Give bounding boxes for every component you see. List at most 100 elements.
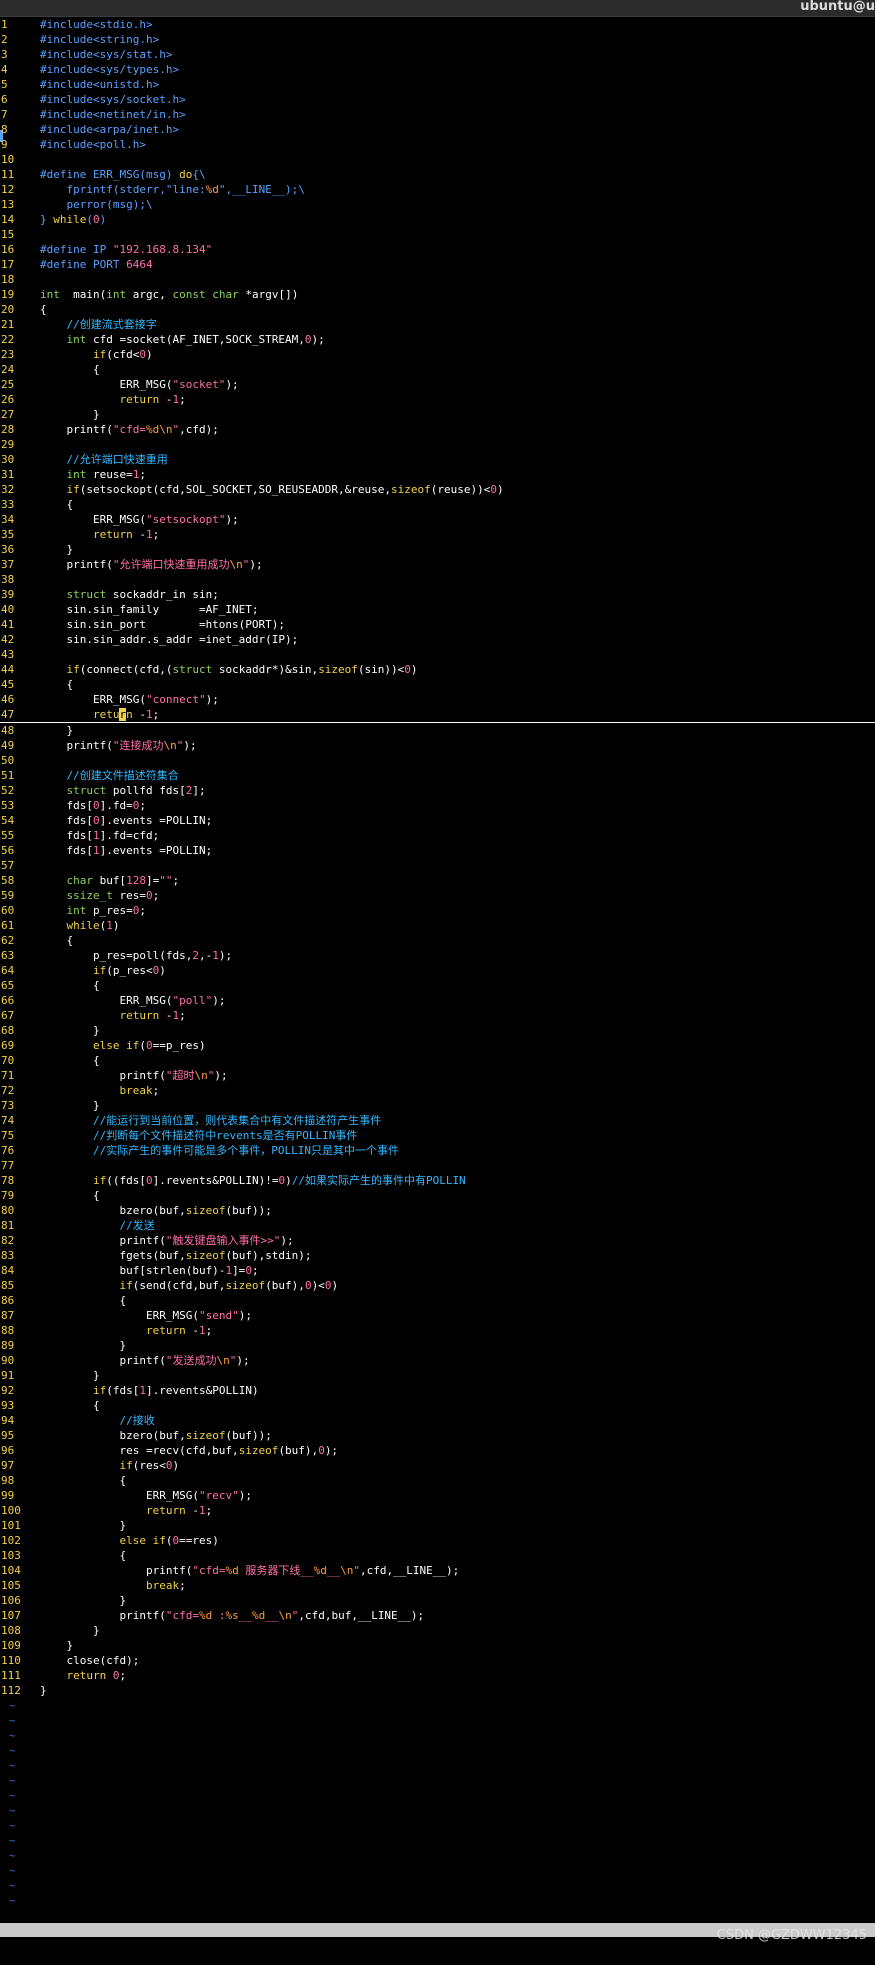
code-line[interactable]: 77: [0, 1158, 875, 1173]
code-line[interactable]: 27 }: [0, 407, 875, 422]
code-line[interactable]: 22 int cfd =socket(AF_INET,SOCK_STREAM,0…: [0, 332, 875, 347]
code-line[interactable]: 45 {: [0, 677, 875, 692]
code-line[interactable]: 3 #include<sys/stat.h>: [0, 47, 875, 62]
code-line[interactable]: 59 ssize_t res=0;: [0, 888, 875, 903]
code-line[interactable]: 100 return -1;: [0, 1503, 875, 1518]
code-line[interactable]: 4 #include<sys/types.h>: [0, 62, 875, 77]
code-line[interactable]: 103 {: [0, 1548, 875, 1563]
code-line[interactable]: 92 if(fds[1].revents&POLLIN): [0, 1383, 875, 1398]
vim-editor[interactable]: 1 #include<stdio.h> 2 #include<string.h> 3 #i…: [0, 17, 875, 1908]
code-line[interactable]: 94 //接收: [0, 1413, 875, 1428]
code-line[interactable]: 16 #define IP "192.168.8.134": [0, 242, 875, 257]
code-line[interactable]: 38: [0, 572, 875, 587]
code-line[interactable]: 65 {: [0, 978, 875, 993]
code-line[interactable]: 33 {: [0, 497, 875, 512]
code-line[interactable]: 89 }: [0, 1338, 875, 1353]
code-line[interactable]: 62 {: [0, 933, 875, 948]
code-line[interactable]: 83 fgets(buf,sizeof(buf),stdin);: [0, 1248, 875, 1263]
code-line[interactable]: 97 if(res<0): [0, 1458, 875, 1473]
code-line[interactable]: 10: [0, 152, 875, 167]
code-line[interactable]: 105 break;: [0, 1578, 875, 1593]
code-line[interactable]: 6 #include<sys/socket.h>: [0, 92, 875, 107]
code-line[interactable]: 19 int main(int argc, const char *argv[]): [0, 287, 875, 302]
code-line[interactable]: 61 while(1): [0, 918, 875, 933]
code-line[interactable]: 70 {: [0, 1053, 875, 1068]
code-line[interactable]: 85 if(send(cfd,buf,sizeof(buf),0)<0): [0, 1278, 875, 1293]
code-line[interactable]: 101 }: [0, 1518, 875, 1533]
code-line[interactable]: 13 perror(msg);\: [0, 197, 875, 212]
code-line[interactable]: 66 ERR_MSG("poll");: [0, 993, 875, 1008]
code-line[interactable]: 46 ERR_MSG("connect");: [0, 692, 875, 707]
code-line[interactable]: 5 #include<unistd.h>: [0, 77, 875, 92]
code-line[interactable]: 20 {: [0, 302, 875, 317]
code-line[interactable]: 108 }: [0, 1623, 875, 1638]
code-line[interactable]: 39 struct sockaddr_in sin;: [0, 587, 875, 602]
code-line[interactable]: 17 #define PORT 6464: [0, 257, 875, 272]
code-line[interactable]: 111 return 0;: [0, 1668, 875, 1683]
code-line[interactable]: 95 bzero(buf,sizeof(buf));: [0, 1428, 875, 1443]
code-line[interactable]: 75 //判断每个文件描述符中revents是否有POLLIN事件: [0, 1128, 875, 1143]
code-line[interactable]: 72 break;: [0, 1083, 875, 1098]
code-line[interactable]: 29: [0, 437, 875, 452]
code-line[interactable]: 68 }: [0, 1023, 875, 1038]
code-line[interactable]: 40 sin.sin_family =AF_INET;: [0, 602, 875, 617]
code-line[interactable]: 78 if((fds[0].revents&POLLIN)!=0)//如果实际产…: [0, 1173, 875, 1188]
code-line[interactable]: 8 #include<arpa/inet.h>: [0, 122, 875, 137]
code-line[interactable]: 44 if(connect(cfd,(struct sockaddr*)&sin…: [0, 662, 875, 677]
code-line[interactable]: 43: [0, 647, 875, 662]
code-line[interactable]: 58 char buf[128]="";: [0, 873, 875, 888]
code-line[interactable]: 74 //能运行到当前位置，则代表集合中有文件描述符产生事件: [0, 1113, 875, 1128]
code-line[interactable]: 53 fds[0].fd=0;: [0, 798, 875, 813]
code-line[interactable]: 56 fds[1].events =POLLIN;: [0, 843, 875, 858]
code-line[interactable]: 104 printf("cfd=%d 服务器下线__%d__\n",cfd,__…: [0, 1563, 875, 1578]
code-line[interactable]: 21 //创建流式套接字: [0, 317, 875, 332]
code-line[interactable]: 7 #include<netinet/in.h>: [0, 107, 875, 122]
code-line[interactable]: 37 printf("允许端口快速重用成功\n");: [0, 557, 875, 572]
code-line[interactable]: 36 }: [0, 542, 875, 557]
code-line[interactable]: 2 #include<string.h>: [0, 32, 875, 47]
code-line[interactable]: 84 buf[strlen(buf)-1]=0;: [0, 1263, 875, 1278]
code-line[interactable]: 28 printf("cfd=%d\n",cfd);: [0, 422, 875, 437]
code-line[interactable]: 91 }: [0, 1368, 875, 1383]
code-line[interactable]: 50: [0, 753, 875, 768]
code-line[interactable]: 51 //创建文件描述符集合: [0, 768, 875, 783]
code-line[interactable]: 112}: [0, 1683, 875, 1698]
code-line[interactable]: 71 printf("超时\n");: [0, 1068, 875, 1083]
code-line[interactable]: 86 {: [0, 1293, 875, 1308]
code-line[interactable]: 11 #define ERR_MSG(msg) do{\: [0, 167, 875, 182]
code-line[interactable]: 35 return -1;: [0, 527, 875, 542]
code-line[interactable]: 64 if(p_res<0): [0, 963, 875, 978]
code-line[interactable]: 96 res =recv(cfd,buf,sizeof(buf),0);: [0, 1443, 875, 1458]
code-line[interactable]: 54 fds[0].events =POLLIN;: [0, 813, 875, 828]
code-line[interactable]: 87 ERR_MSG("send");: [0, 1308, 875, 1323]
code-line[interactable]: 34 ERR_MSG("setsockopt");: [0, 512, 875, 527]
code-line[interactable]: 93 {: [0, 1398, 875, 1413]
code-line[interactable]: 80 bzero(buf,sizeof(buf));: [0, 1203, 875, 1218]
code-line[interactable]: 42 sin.sin_addr.s_addr =inet_addr(IP);: [0, 632, 875, 647]
code-line[interactable]: 79 {: [0, 1188, 875, 1203]
code-line[interactable]: 25 ERR_MSG("socket");: [0, 377, 875, 392]
code-line[interactable]: 24 {: [0, 362, 875, 377]
code-line[interactable]: 49 printf("连接成功\n");: [0, 738, 875, 753]
code-line[interactable]: 31 int reuse=1;: [0, 467, 875, 482]
code-line[interactable]: 98 {: [0, 1473, 875, 1488]
code-line[interactable]: 18: [0, 272, 875, 287]
code-line[interactable]: 48 }: [0, 723, 875, 738]
code-line[interactable]: 12 fprintf(stderr,"line:%d",__LINE__);\: [0, 182, 875, 197]
code-line[interactable]: 30 //允许端口快速重用: [0, 452, 875, 467]
code-line[interactable]: 102 else if(0==res): [0, 1533, 875, 1548]
code-line[interactable]: 73 }: [0, 1098, 875, 1113]
code-line[interactable]: 99 ERR_MSG("recv");: [0, 1488, 875, 1503]
code-line[interactable]: 107 printf("cfd=%d :%s__%d__\n",cfd,buf,…: [0, 1608, 875, 1623]
code-line[interactable]: 9 #include<poll.h>: [0, 137, 875, 152]
code-line[interactable]: 109 }: [0, 1638, 875, 1653]
code-line[interactable]: 1 #include<stdio.h>: [0, 17, 875, 32]
code-line[interactable]: 67 return -1;: [0, 1008, 875, 1023]
code-line[interactable]: 106 }: [0, 1593, 875, 1608]
code-line[interactable]: 26 return -1;: [0, 392, 875, 407]
code-line[interactable]: 88 return -1;: [0, 1323, 875, 1338]
code-line[interactable]: 69 else if(0==p_res): [0, 1038, 875, 1053]
code-line[interactable]: 90 printf("发送成功\n");: [0, 1353, 875, 1368]
code-line[interactable]: 47 return -1;: [0, 707, 875, 723]
code-line[interactable]: 76 //实际产生的事件可能是多个事件，POLLIN只是其中一个事件: [0, 1143, 875, 1158]
